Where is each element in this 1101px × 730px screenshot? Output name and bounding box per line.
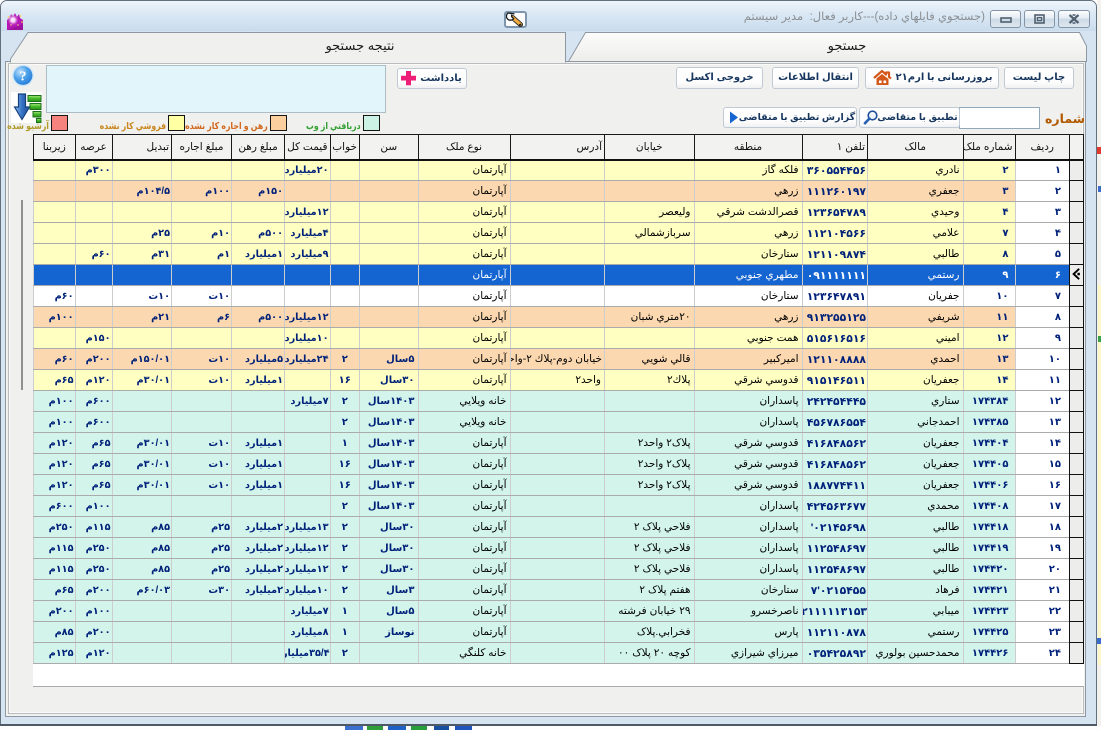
svg-text:?: ? (20, 70, 27, 85)
